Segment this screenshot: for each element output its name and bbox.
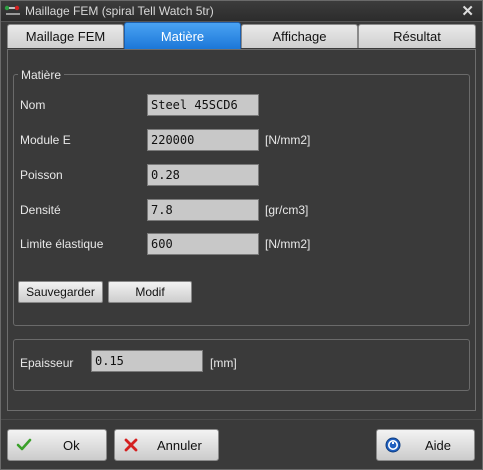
material-group-title: Matière [18, 68, 65, 82]
help-button[interactable]: Aide [376, 429, 475, 461]
tab-label: Matière [160, 28, 205, 44]
close-icon[interactable]: ✕ [461, 2, 474, 20]
tab-bar: Maillage FEM Matière Affichage Résultat [7, 22, 476, 49]
density-label: Densité [20, 203, 61, 217]
footer-separator [1, 419, 482, 420]
young-modulus-label: Module E [20, 133, 71, 147]
check-icon [16, 438, 32, 451]
cross-icon [124, 438, 138, 452]
thickness-label: Epaisseur [20, 356, 74, 370]
young-modulus-field[interactable]: 220000 [147, 129, 259, 151]
young-modulus-unit: [N/mm2] [265, 133, 311, 147]
tab-label: Affichage [272, 29, 327, 44]
tab-maillage-fem[interactable]: Maillage FEM [7, 24, 124, 48]
poisson-field[interactable]: 0.28 [147, 164, 259, 186]
thickness-groupbox [13, 339, 470, 391]
save-button-label: Sauvegarder [26, 285, 95, 299]
poisson-label: Poisson [20, 168, 63, 182]
density-field[interactable]: 7.8 [147, 199, 259, 221]
tab-affichage[interactable]: Affichage [241, 24, 358, 48]
modify-button[interactable]: Modif [108, 281, 192, 303]
cancel-button[interactable]: Annuler [114, 429, 219, 461]
thickness-field[interactable]: 0.15 [91, 350, 203, 372]
help-button-label: Aide [425, 438, 452, 453]
ok-button-label: Ok [63, 438, 80, 453]
cancel-button-label: Annuler [157, 438, 202, 453]
app-mesh-icon [4, 5, 20, 15]
name-field[interactable]: Steel 45SCD6 [147, 94, 259, 116]
dialog-window: Maillage FEM (spiral Tell Watch 5tr) ✕ M… [0, 0, 483, 470]
tab-label: Maillage FEM [25, 29, 106, 44]
tab-label: Résultat [393, 29, 441, 44]
thickness-unit: [mm] [210, 356, 237, 370]
tab-resultat[interactable]: Résultat [358, 24, 476, 48]
window-title: Maillage FEM (spiral Tell Watch 5tr) [25, 4, 214, 18]
save-button[interactable]: Sauvegarder [18, 281, 103, 303]
modify-button-label: Modif [135, 285, 165, 299]
tab-matiere[interactable]: Matière [124, 22, 241, 49]
density-unit: [gr/cm3] [265, 203, 309, 217]
title-bar[interactable]: Maillage FEM (spiral Tell Watch 5tr) ✕ [1, 1, 482, 22]
yield-strength-unit: [N/mm2] [265, 237, 311, 251]
name-label: Nom [20, 98, 46, 112]
yield-strength-field[interactable]: 600 [147, 233, 259, 255]
ok-button[interactable]: Ok [7, 429, 107, 461]
help-icon [385, 437, 401, 453]
yield-strength-label: Limite élastique [20, 237, 104, 251]
